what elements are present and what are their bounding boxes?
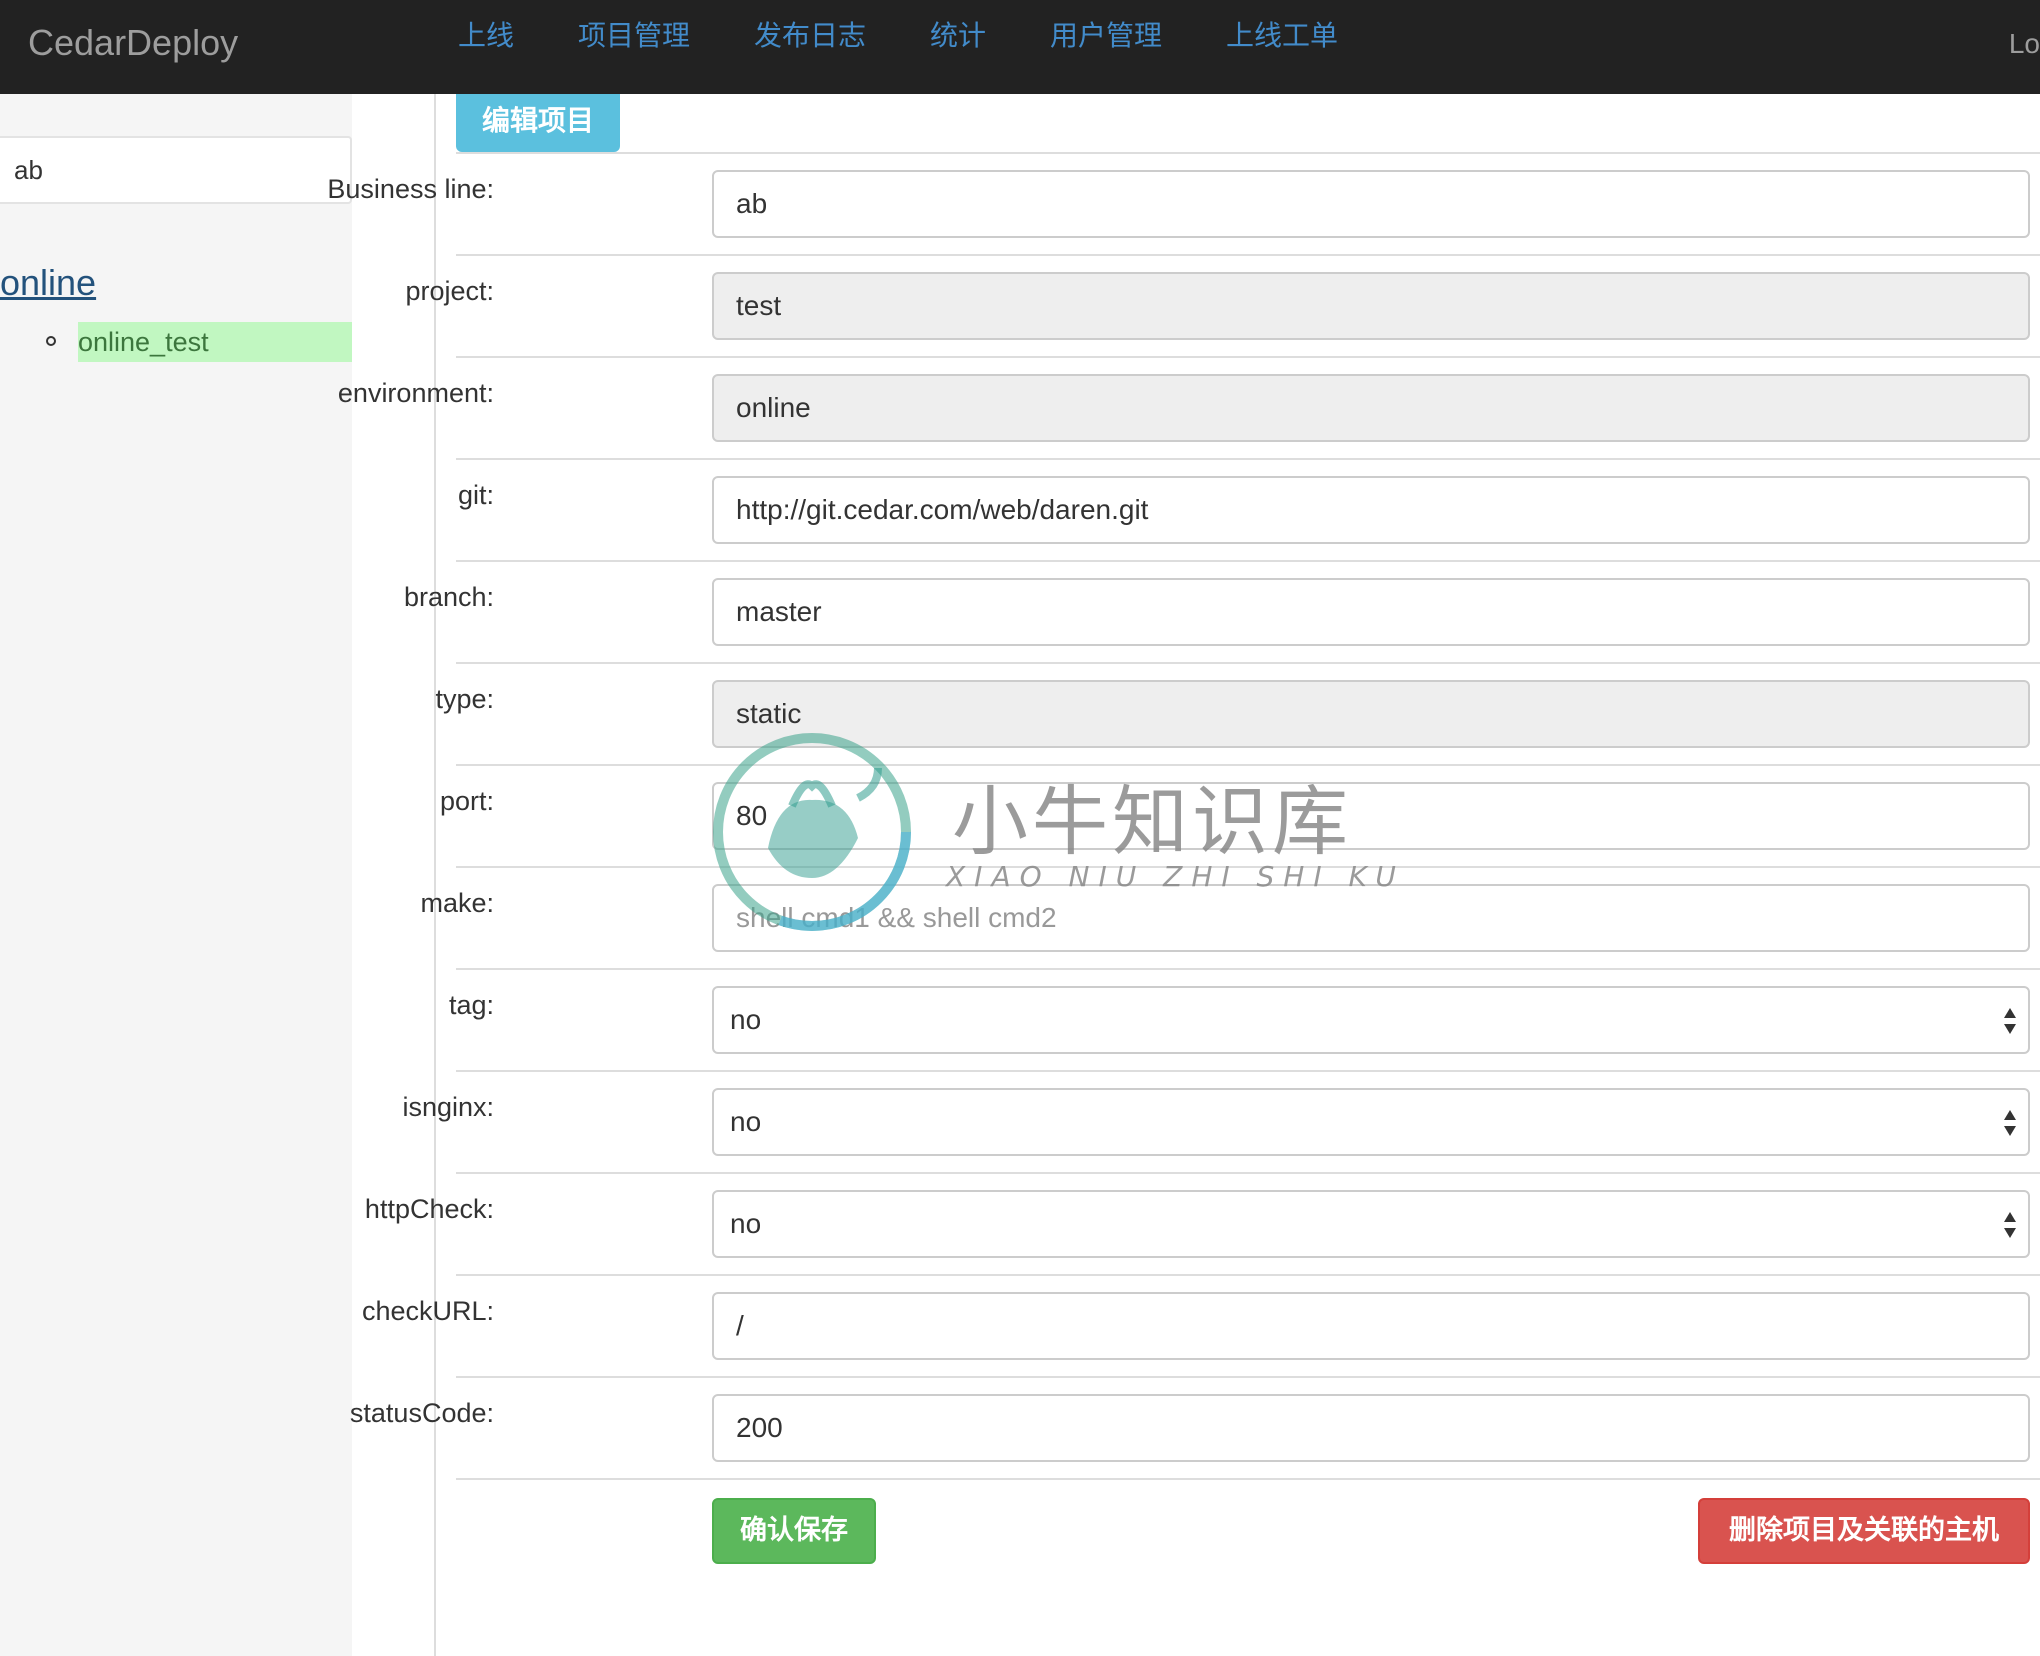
statuscode-input[interactable]: 200: [712, 1394, 2030, 1462]
form-label: type:: [435, 684, 494, 714]
delete-project-button[interactable]: 删除项目及关联的主机: [1698, 1498, 2030, 1564]
form-label: make:: [420, 888, 494, 918]
form-label: isnginx:: [402, 1092, 494, 1122]
form-row-httpcheck: httpCheck: no: [365, 1174, 2040, 1276]
nav-logout-link[interactable]: Lo: [2009, 28, 2040, 60]
nav-item-online[interactable]: 上线: [458, 14, 514, 54]
select-arrows-icon: [2004, 1212, 2016, 1238]
httpcheck-select-value: no: [730, 1208, 762, 1239]
isnginx-select[interactable]: no: [712, 1088, 2030, 1156]
nav-item-release-log[interactable]: 发布日志: [754, 14, 866, 54]
form-row-branch: branch: master: [404, 562, 2040, 664]
form-row-checkurl: checkURL: /: [362, 1276, 2040, 1378]
tag-select[interactable]: no: [712, 986, 2030, 1054]
watermark-subtext: XIAO NIU ZHI SHI KU: [946, 860, 1405, 893]
form-label: statusCode:: [349, 1398, 494, 1428]
form-row-tag: tag: no: [449, 970, 2040, 1072]
form-label: git:: [457, 480, 494, 510]
sidebar-project-item[interactable]: online_test: [78, 322, 352, 362]
branch-input[interactable]: master: [712, 578, 2030, 646]
select-arrows-icon: [2004, 1008, 2016, 1034]
form-label: project:: [405, 276, 494, 306]
form-row-git: git: http://git.cedar.com/web/daren.git: [456, 460, 2040, 562]
form-label: tag:: [448, 990, 494, 1020]
confirm-save-button[interactable]: 确认保存: [712, 1498, 876, 1564]
sidebar-environment-link[interactable]: online: [0, 262, 96, 304]
form-row-business-line: Business line: ab: [327, 154, 2040, 256]
nav-item-statistics[interactable]: 统计: [930, 14, 986, 54]
nav-item-user-management[interactable]: 用户管理: [1050, 14, 1162, 54]
form-row-project: project: test: [405, 256, 2040, 358]
form-label: environment:: [337, 378, 494, 408]
isnginx-select-value: no: [730, 1106, 762, 1137]
nav-item-work-order[interactable]: 上线工单: [1226, 14, 1338, 54]
form-row-statuscode: statusCode: 200: [350, 1378, 2040, 1480]
watermark-logo-icon: [713, 733, 911, 931]
form-label: httpCheck:: [364, 1194, 494, 1224]
business-line-input[interactable]: ab: [712, 170, 2030, 238]
tab-edit-project[interactable]: 编辑项目: [456, 94, 620, 152]
nav-item-project-management[interactable]: 项目管理: [578, 14, 690, 54]
form-label: branch:: [403, 582, 494, 612]
project-input: test: [712, 272, 2030, 340]
bullet-icon: [46, 336, 56, 346]
form-label: Business line:: [327, 174, 494, 204]
watermark-text: 小牛知识库: [952, 777, 1352, 866]
top-navbar: CedarDeploy 上线 项目管理 发布日志 统计 用户管理 上线工单 Lo: [0, 0, 2040, 94]
form-row-environment: environment: online: [338, 358, 2040, 460]
form-label: checkURL:: [361, 1296, 494, 1326]
form-row-isnginx: isnginx: no: [402, 1072, 2040, 1174]
brand-logo[interactable]: CedarDeploy: [28, 22, 238, 64]
git-input[interactable]: http://git.cedar.com/web/daren.git: [712, 476, 2030, 544]
select-arrows-icon: [2004, 1110, 2016, 1136]
form-row-type: type: static: [435, 664, 2040, 766]
checkurl-input[interactable]: /: [712, 1292, 2030, 1360]
environment-input: online: [712, 374, 2030, 442]
httpcheck-select[interactable]: no: [712, 1190, 2030, 1258]
form-label: port:: [439, 786, 494, 816]
tag-select-value: no: [730, 1004, 762, 1035]
